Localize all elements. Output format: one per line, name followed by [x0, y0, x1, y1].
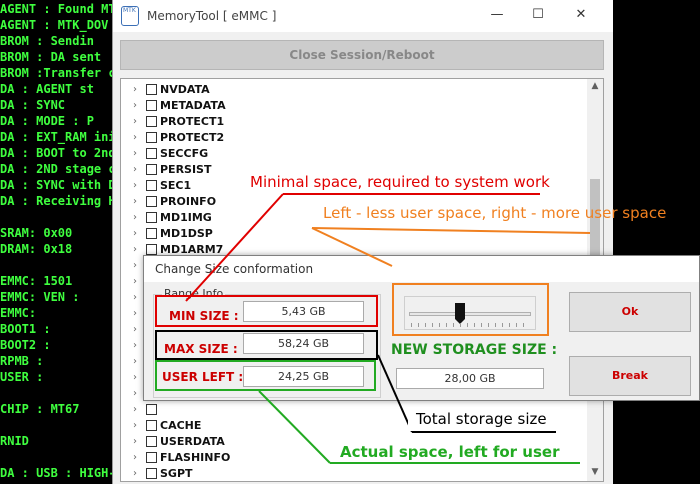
total-storage-annotation: Total storage size	[416, 410, 547, 428]
min-space-line	[185, 193, 284, 302]
min-space-annotation: Minimal space, required to system work	[250, 173, 550, 191]
slider-hint-underline	[311, 227, 591, 234]
actual-space-annotation: Actual space, left for user	[340, 443, 560, 461]
slider-hint-line	[311, 227, 393, 267]
annotation-lines	[185, 193, 591, 464]
slider-hint-annotation: Left - less user space, right - more use…	[323, 204, 667, 222]
actual-space-line	[258, 390, 331, 464]
total-storage-line	[377, 354, 413, 433]
